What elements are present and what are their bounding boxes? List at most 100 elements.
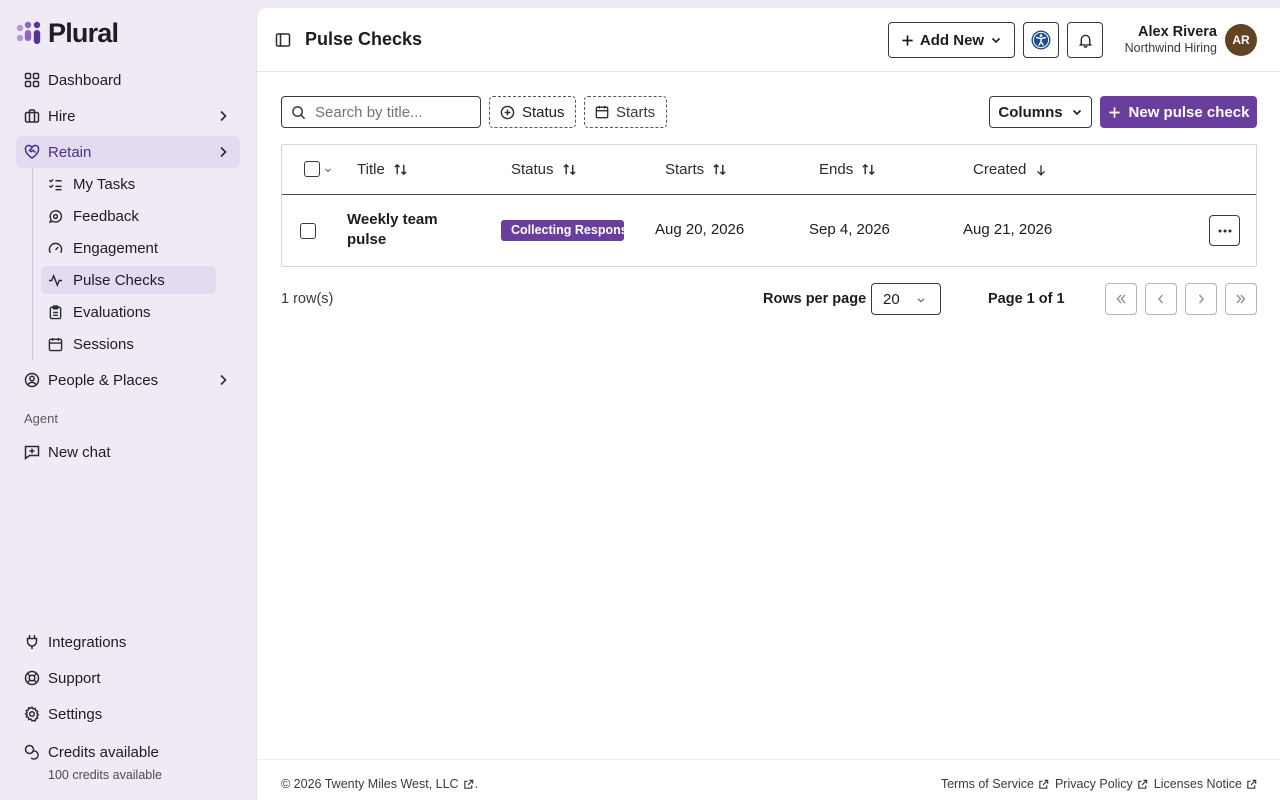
footer-links: Terms of Service Privacy Policy Licenses… <box>941 777 1257 791</box>
starts-filter-button[interactable]: Starts <box>584 96 667 128</box>
notifications-button[interactable] <box>1067 22 1103 58</box>
column-header-status[interactable]: Status <box>511 161 577 178</box>
nav-settings-label: Settings <box>48 705 103 723</box>
table-row[interactable]: Weekly team pulse Collecting Responses A… <box>282 196 1256 266</box>
status-badge-label: Collecting Responses <box>501 220 624 241</box>
brand-name: Plural <box>48 17 119 48</box>
status-filter-button[interactable]: Status <box>489 96 576 128</box>
nav-settings[interactable]: Settings <box>16 698 240 730</box>
more-horizontal-icon <box>1218 229 1231 232</box>
nav-integrations[interactable]: Integrations <box>16 626 240 658</box>
nav-my-tasks[interactable]: My Tasks <box>41 170 216 198</box>
accessibility-icon <box>1031 30 1051 50</box>
external-link-icon <box>1247 779 1257 789</box>
nav-evaluations[interactable]: Evaluations <box>41 298 216 326</box>
search-icon <box>292 105 306 119</box>
last-page-button[interactable] <box>1225 283 1257 315</box>
column-header-created[interactable]: Created <box>973 161 1048 178</box>
column-header-starts[interactable]: Starts <box>665 161 727 178</box>
search-box[interactable] <box>281 96 481 128</box>
message-plus-icon <box>24 445 40 460</box>
row-ends: Sep 4, 2026 <box>809 221 890 238</box>
gauge-icon <box>48 242 63 253</box>
column-created-label: Created <box>973 161 1027 178</box>
chevron-down-icon <box>917 298 925 303</box>
nav-new-chat-label: New chat <box>48 443 111 461</box>
plus-icon <box>902 34 913 46</box>
calendar-icon <box>595 105 609 119</box>
nav-feedback[interactable]: Feedback <box>41 202 216 230</box>
nav-people-places-label: People & Places <box>48 371 159 389</box>
columns-button[interactable]: Columns <box>989 96 1092 128</box>
nav-people-places[interactable]: People & Places <box>16 364 240 396</box>
sort-arrows-icon <box>562 163 576 176</box>
chevrons-left-icon <box>1116 294 1126 304</box>
nav-pulse-checks[interactable]: Pulse Checks <box>41 266 216 294</box>
nav-dashboard-label: Dashboard <box>48 71 122 89</box>
nav-my-tasks-label: My Tasks <box>73 175 136 193</box>
gear-icon <box>24 706 40 722</box>
next-page-button[interactable] <box>1185 283 1217 315</box>
previous-page-button[interactable] <box>1145 283 1177 315</box>
copyright-text: © 2026 Twenty Miles West, LLC <box>281 777 459 791</box>
terms-of-service-link[interactable]: Terms of Service <box>941 777 1049 791</box>
nav-evaluations-label: Evaluations <box>73 303 151 321</box>
search-input[interactable] <box>315 103 475 121</box>
copyright[interactable]: © 2026 Twenty Miles West, LLC . <box>281 777 478 791</box>
add-new-label: Add New <box>919 31 985 49</box>
row-checkbox[interactable] <box>300 223 316 239</box>
nav-engagement[interactable]: Engagement <box>41 234 216 262</box>
chevron-right-icon <box>220 110 227 122</box>
row-starts: Aug 20, 2026 <box>655 221 745 238</box>
chevron-down-icon[interactable] <box>324 166 332 174</box>
plus-icon <box>1108 106 1120 118</box>
status-filter-label: Status <box>522 103 565 121</box>
user-circle-icon <box>24 372 40 388</box>
nav-hire[interactable]: Hire <box>16 100 240 132</box>
sidebar: Plural Dashboard Hire Retain My Tasks Fe… <box>0 0 256 800</box>
nav-retain-label: Retain <box>48 143 92 161</box>
first-page-button[interactable] <box>1105 283 1137 315</box>
arrow-down-icon <box>1037 164 1046 176</box>
sidebar-toggle-icon[interactable] <box>275 32 291 48</box>
chevron-right-icon <box>220 374 227 386</box>
column-title-label: Title <box>357 161 385 178</box>
rows-per-page-value: 20 <box>883 290 900 308</box>
sort-arrows-icon <box>713 163 726 176</box>
nav-dashboard[interactable]: Dashboard <box>16 64 240 96</box>
avatar[interactable]: AR <box>1225 24 1257 56</box>
add-new-button[interactable]: Add New <box>888 22 1015 58</box>
nav-sessions[interactable]: Sessions <box>41 330 216 358</box>
nav-credits[interactable]: Credits available <box>16 736 240 768</box>
external-link-icon <box>463 779 473 789</box>
row-title[interactable]: Weekly team pulse <box>347 210 457 250</box>
row-actions-button[interactable] <box>1209 215 1240 246</box>
nav-credits-label: Credits available <box>48 743 159 761</box>
chevron-right-icon <box>220 146 227 158</box>
coins-icon <box>24 744 39 760</box>
new-pulse-check-button[interactable]: New pulse check <box>1100 96 1257 128</box>
activity-pulse-icon <box>48 273 63 287</box>
brand-logo[interactable]: Plural <box>16 17 119 48</box>
licenses-notice-link[interactable]: Licenses Notice <box>1154 777 1257 791</box>
accessibility-button[interactable] <box>1023 22 1059 58</box>
select-all-checkbox[interactable] <box>304 161 320 177</box>
nav-support[interactable]: Support <box>16 662 240 694</box>
message-circle-icon <box>48 209 63 223</box>
column-ends-label: Ends <box>819 161 854 178</box>
page-indicator: Page 1 of 1 <box>988 291 1065 307</box>
rows-per-page-select[interactable]: 20 <box>871 283 941 315</box>
nav-integrations-label: Integrations <box>48 633 127 651</box>
plural-logo-icon <box>16 21 41 44</box>
nav-hire-label: Hire <box>48 107 76 125</box>
pulse-checks-table: Title Status Starts Ends Created Weekly … <box>281 144 1257 267</box>
privacy-policy-link[interactable]: Privacy Policy <box>1055 777 1148 791</box>
column-header-title[interactable]: Title <box>357 161 408 178</box>
status-badge: Collecting Responses <box>501 220 624 241</box>
chevron-left-icon <box>1158 294 1164 304</box>
plug-icon <box>26 635 38 649</box>
column-header-ends[interactable]: Ends <box>819 161 876 178</box>
row-created: Aug 21, 2026 <box>963 221 1053 238</box>
nav-retain[interactable]: Retain <box>16 136 240 168</box>
nav-new-chat[interactable]: New chat <box>16 436 240 468</box>
